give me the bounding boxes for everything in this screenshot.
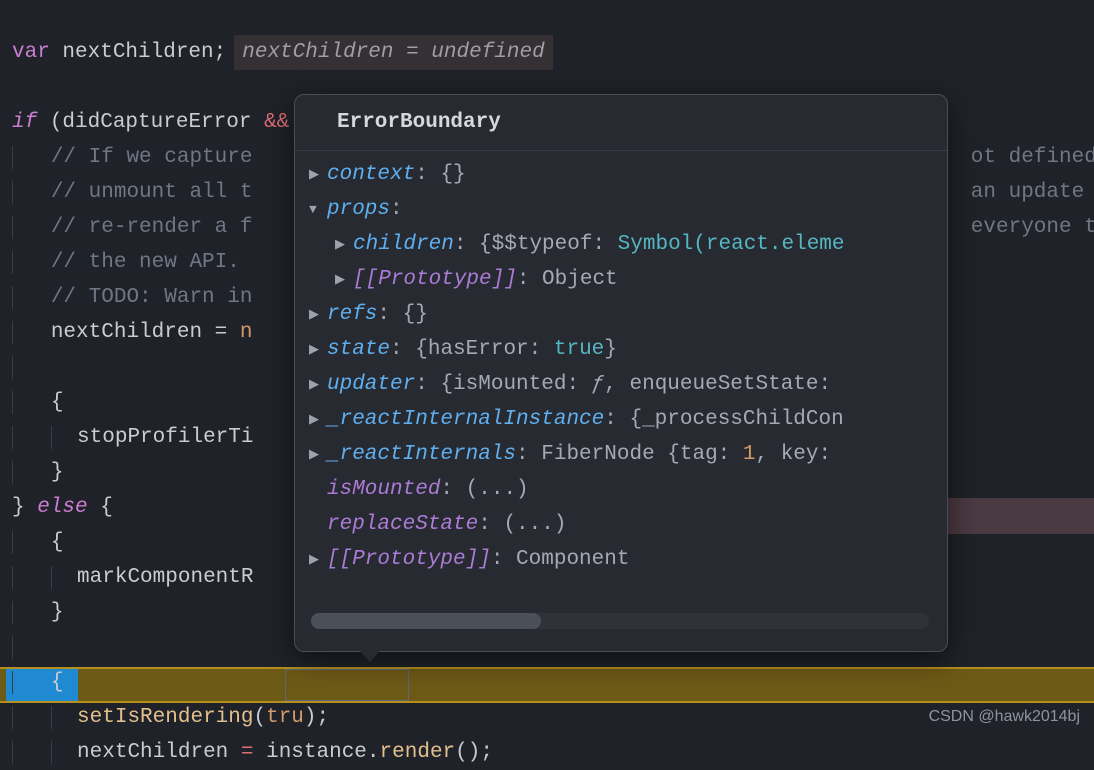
object-row[interactable]: ▼props:: [295, 192, 947, 227]
object-row[interactable]: ▶[[Prototype]]: Component: [295, 542, 947, 577]
chevron-right-icon[interactable]: ▶: [309, 332, 327, 367]
object-key: isMounted: [327, 478, 440, 501]
object-row[interactable]: ▶_reactInternalInstance: {_processChildC…: [295, 402, 947, 437]
keyword-var: var: [12, 41, 50, 64]
chevron-right-icon[interactable]: ▶: [309, 437, 327, 472]
num-val: 1: [743, 443, 756, 466]
token-outline: [285, 669, 409, 701]
code-text: n: [240, 321, 253, 344]
brace: }: [51, 461, 64, 484]
object-key: _reactInternals: [327, 443, 516, 466]
brace: {: [51, 671, 64, 694]
object-row[interactable]: ▶context: {}: [295, 157, 947, 192]
watermark-text: CSDN @hawk2014bj: [929, 699, 1080, 734]
func-val: ƒ: [592, 373, 605, 396]
object-key: updater: [327, 373, 415, 396]
code-text: (didCaptureError: [37, 111, 264, 134]
object-key: [[Prototype]]: [327, 548, 491, 571]
keyword-else: else: [37, 496, 87, 519]
object-key: context: [327, 163, 415, 186]
object-val: hasError:: [428, 338, 554, 361]
comment: an update: [971, 181, 1094, 204]
comment: // unmount all t: [51, 181, 253, 204]
bool: tru: [266, 706, 304, 729]
chevron-right-icon[interactable]: ▶: [309, 542, 327, 577]
code-text: nextChildren =: [51, 321, 240, 344]
object-val: {}: [403, 303, 428, 326]
comment: // TODO: Warn in: [51, 286, 253, 309]
object-row[interactable]: ▶[[Prototype]]: Object: [295, 262, 947, 297]
object-key: _reactInternalInstance: [327, 408, 604, 431]
paren: );: [304, 706, 329, 729]
object-row[interactable]: replaceState: (...): [295, 507, 947, 542]
object-val: Object: [542, 268, 618, 291]
chevron-right-icon[interactable]: ▶: [335, 262, 353, 297]
brace: {: [629, 408, 642, 431]
symbol-val: Symbol(react.eleme: [618, 233, 845, 256]
object-val: _processChildCon: [642, 408, 844, 431]
object-key: props: [327, 198, 390, 221]
brace: {: [88, 496, 113, 519]
chevron-down-icon[interactable]: ▼: [309, 192, 327, 227]
tooltip-body[interactable]: ▶context: {} ▼props: ▶children: {$$typeo…: [295, 151, 947, 583]
object-key: children: [353, 233, 454, 256]
brace: {: [51, 531, 64, 554]
object-key: [[Prototype]]: [353, 268, 517, 291]
paren: ();: [455, 741, 493, 764]
chevron-right-icon[interactable]: ▶: [309, 402, 327, 437]
dot: .: [367, 741, 380, 764]
code-text: stopProfilerTi: [77, 426, 253, 449]
brace: {: [51, 391, 64, 414]
inline-debug-hint: nextChildren = undefined: [234, 35, 552, 70]
object-val: isMounted:: [453, 373, 592, 396]
getter-val[interactable]: (...): [466, 478, 529, 501]
object-row[interactable]: ▶refs: {}: [295, 297, 947, 332]
code-text: nextChildren;: [50, 41, 226, 64]
chevron-right-icon[interactable]: ▶: [335, 227, 353, 262]
object-row[interactable]: ▶updater: {isMounted: ƒ, enqueueSetState…: [295, 367, 947, 402]
object-row[interactable]: ▶state: {hasError: true}: [295, 332, 947, 367]
comment: // the new API.: [51, 251, 240, 274]
brace: {: [415, 338, 428, 361]
method-call: render: [380, 741, 456, 764]
getter-val[interactable]: (...): [503, 513, 566, 536]
tooltip-scrollbar[interactable]: [311, 613, 929, 629]
scrollbar-thumb[interactable]: [311, 613, 541, 629]
paren: (: [253, 706, 266, 729]
object-val: , enqueueSetState:: [604, 373, 831, 396]
func-call: setIsRendering: [77, 706, 253, 729]
chevron-right-icon[interactable]: ▶: [309, 367, 327, 402]
comment: everyone to: [971, 216, 1094, 239]
chevron-right-icon[interactable]: ▶: [309, 157, 327, 192]
object-row[interactable]: isMounted: (...): [295, 472, 947, 507]
comment: ot defined: [971, 146, 1094, 169]
object-key: refs: [327, 303, 377, 326]
object-val: tag:: [680, 443, 743, 466]
brace: }: [604, 338, 617, 361]
tooltip-arrow-icon: [356, 646, 384, 662]
keyword-if: if: [12, 111, 37, 134]
bool-val: true: [554, 338, 604, 361]
brace: {: [440, 373, 453, 396]
operator: =: [241, 741, 266, 764]
object-row[interactable]: ▶_reactInternals: FiberNode {tag: 1, key…: [295, 437, 947, 472]
object-key: replaceState: [327, 513, 478, 536]
object-key: state: [327, 338, 390, 361]
code-text: instance: [266, 741, 367, 764]
object-val: Component: [516, 548, 629, 571]
code-text: nextChildren: [77, 741, 241, 764]
comment: // If we capture: [51, 146, 253, 169]
object-val: {$$typeof:: [479, 233, 618, 256]
code-text: markComponentR: [77, 566, 253, 589]
object-row[interactable]: ▶children: {$$typeof: Symbol(react.eleme: [295, 227, 947, 262]
tooltip-title: ErrorBoundary: [295, 95, 947, 151]
object-val: {}: [440, 163, 465, 186]
comment: // re-render a f: [51, 216, 253, 239]
brace: }: [51, 601, 64, 624]
debug-tooltip[interactable]: ErrorBoundary ▶context: {} ▼props: ▶chil…: [294, 94, 948, 652]
object-val: , key:: [756, 443, 832, 466]
brace: }: [12, 496, 37, 519]
chevron-right-icon[interactable]: ▶: [309, 297, 327, 332]
object-val: FiberNode {: [541, 443, 680, 466]
